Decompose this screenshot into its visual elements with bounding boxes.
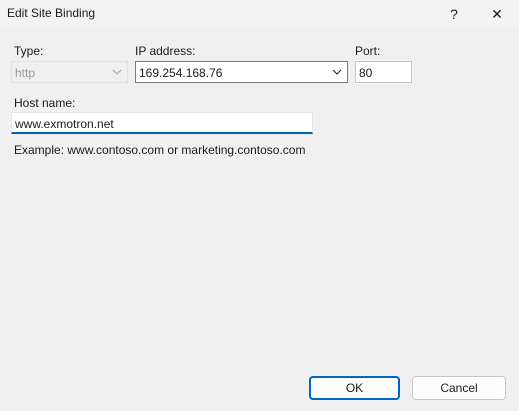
ip-address-select[interactable]: 169.254.168.76: [135, 61, 348, 83]
chevron-down-icon: [112, 69, 122, 75]
type-select[interactable]: http: [11, 61, 128, 83]
port-value: 80: [359, 66, 373, 80]
host-name-example: Example: www.contoso.com or marketing.co…: [14, 143, 306, 157]
type-label: Type:: [14, 44, 44, 58]
ip-address-label: IP address:: [135, 44, 196, 58]
port-input[interactable]: 80: [355, 61, 412, 83]
port-label: Port:: [355, 44, 381, 58]
title-bar: Edit Site Binding ? ✕: [0, 0, 519, 28]
edit-site-binding-dialog: Edit Site Binding ? ✕ Type: http IP addr…: [0, 0, 519, 411]
host-name-value: www.exmotron.net: [15, 117, 114, 131]
host-name-input[interactable]: www.exmotron.net: [11, 112, 313, 134]
close-icon: ✕: [491, 5, 503, 22]
help-button[interactable]: ?: [432, 0, 476, 28]
chevron-down-icon: [332, 69, 342, 75]
type-value: http: [15, 66, 36, 80]
help-icon: ?: [450, 6, 458, 22]
window-title: Edit Site Binding: [7, 6, 96, 20]
ip-address-value: 169.254.168.76: [139, 66, 223, 80]
ok-button[interactable]: OK: [309, 376, 400, 400]
close-button[interactable]: ✕: [475, 0, 519, 28]
host-name-label: Host name:: [14, 96, 76, 110]
cancel-button[interactable]: Cancel: [412, 376, 506, 400]
